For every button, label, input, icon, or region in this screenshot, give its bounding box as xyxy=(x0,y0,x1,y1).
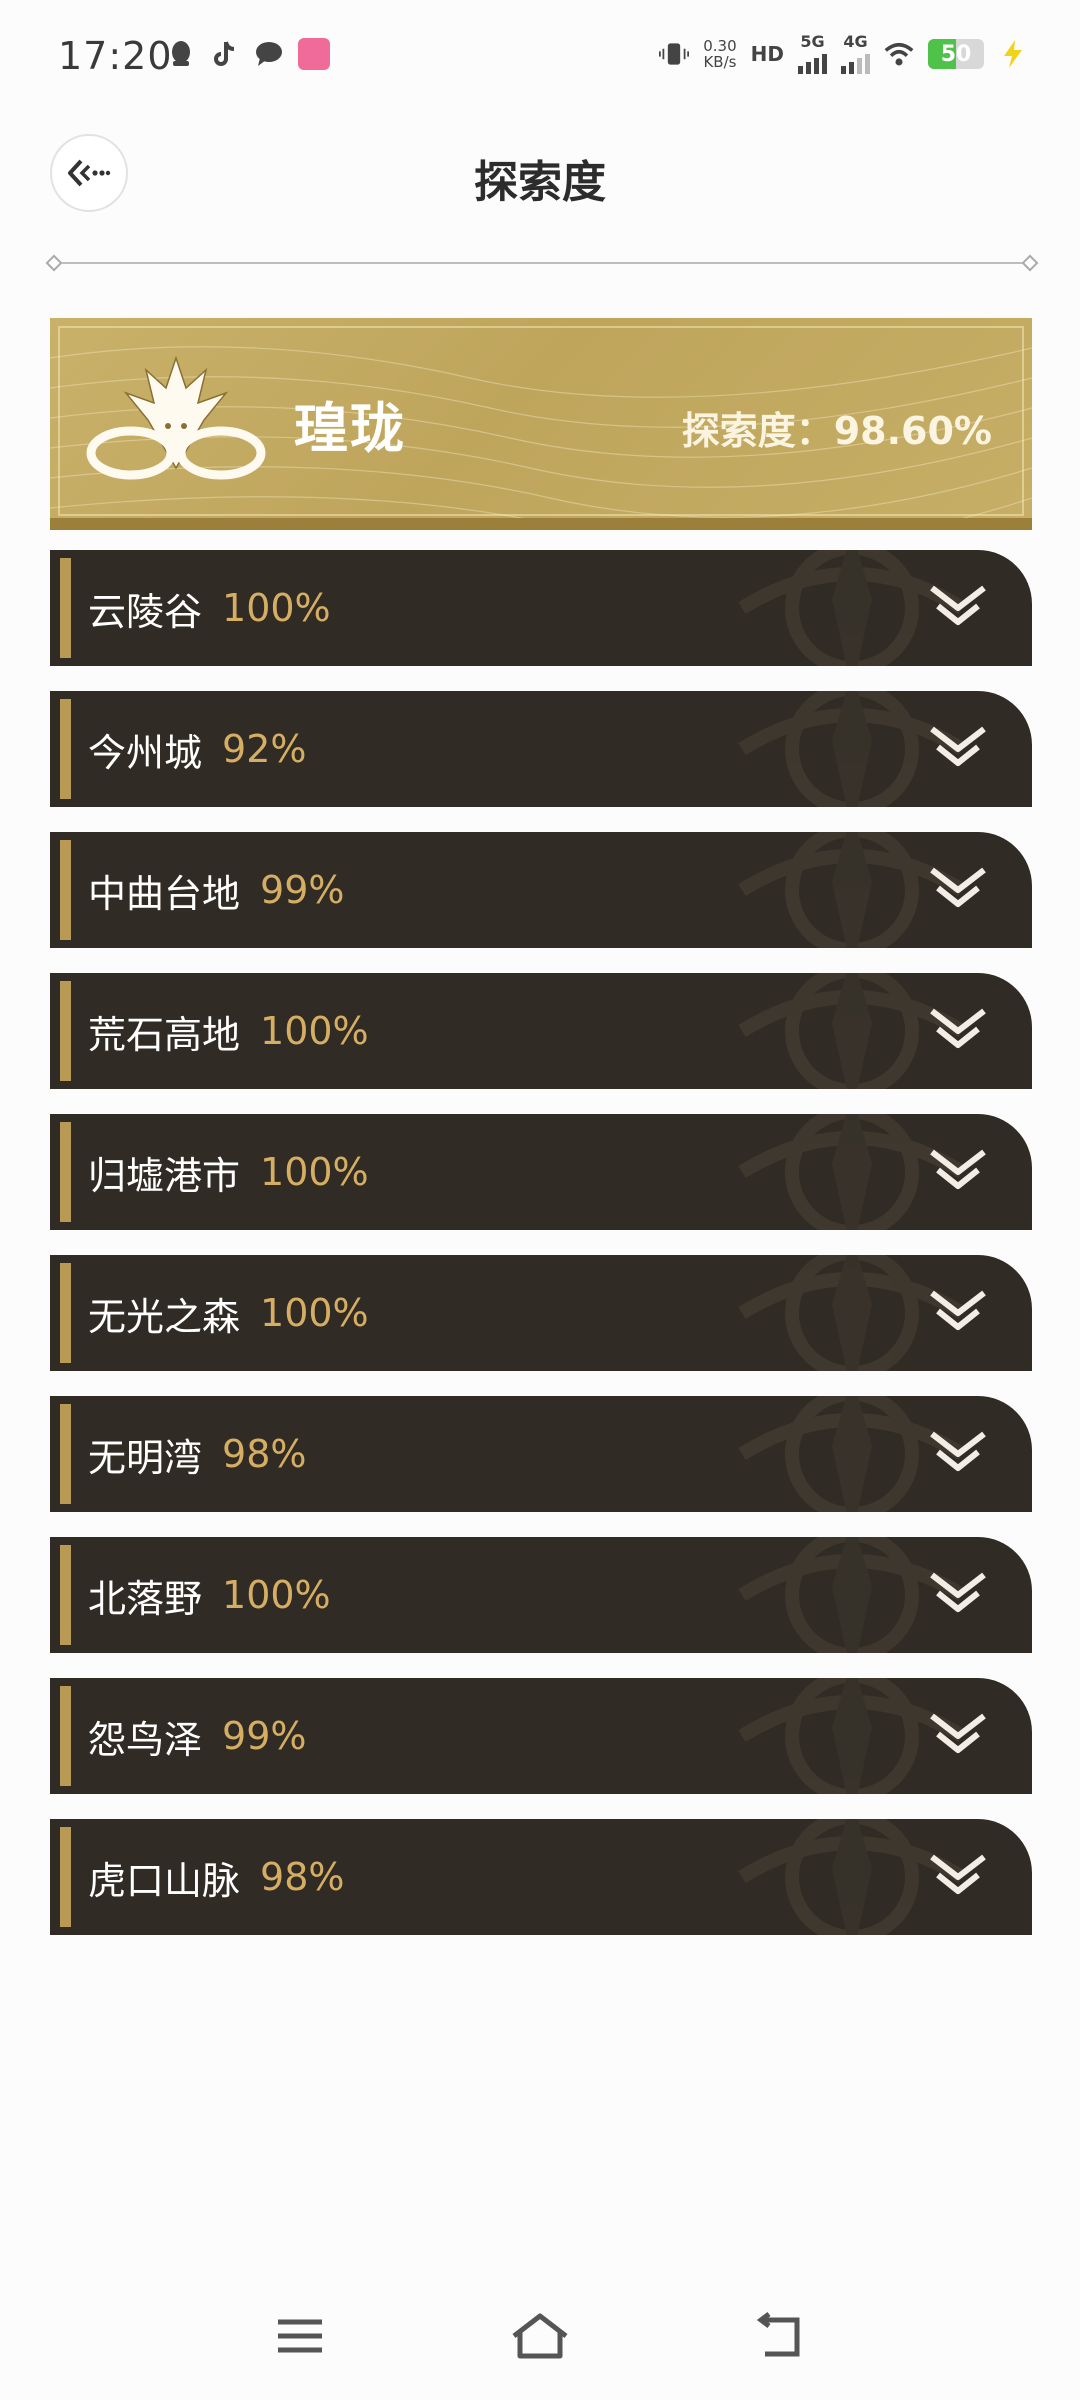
row-accent-bar xyxy=(60,1263,71,1363)
wifi-icon xyxy=(884,39,914,69)
vibrate-icon xyxy=(659,39,690,69)
area-name: 虎口山脉 xyxy=(88,1858,241,1903)
row-accent-bar xyxy=(60,1545,71,1645)
status-bar: 17:20 0.30 KB/s HD 5G 4G 50 xyxy=(0,0,1080,116)
expand-chevron-icon[interactable] xyxy=(928,1007,988,1053)
back-nav-button[interactable] xyxy=(740,2296,820,2376)
row-accent-bar xyxy=(60,1122,71,1222)
area-percent: 100% xyxy=(222,1573,331,1617)
row-accent-bar xyxy=(60,1686,71,1786)
area-name: 今州城 xyxy=(88,730,203,775)
row-accent-bar xyxy=(60,981,71,1081)
expand-chevron-icon[interactable] xyxy=(928,584,988,630)
message-icon xyxy=(254,39,284,69)
expand-chevron-icon[interactable] xyxy=(928,1289,988,1335)
area-name: 怨鸟泽 xyxy=(88,1717,203,1762)
row-accent-bar xyxy=(60,1404,71,1504)
area-percent: 100% xyxy=(222,586,331,630)
region-exploration: 探索度：98.60% xyxy=(681,409,992,453)
area-row[interactable]: 今州城 92% xyxy=(50,691,1032,807)
area-row[interactable]: 虎口山脉 98% xyxy=(50,1819,1032,1935)
region-name: 瑝珑 xyxy=(294,397,406,460)
area-row[interactable]: 云陵谷 100% xyxy=(50,550,1032,666)
net-speed: 0.30 KB/s xyxy=(703,37,737,71)
area-percent: 98% xyxy=(222,1432,307,1476)
area-name: 中曲台地 xyxy=(88,871,241,916)
sim2-signal: 4G xyxy=(841,34,870,74)
area-row[interactable]: 北落野 100% xyxy=(50,1537,1032,1653)
area-name: 北落野 xyxy=(88,1576,203,1621)
area-list: 云陵谷 100% 今州城 92% 中曲台地 99% 荒石高地 100% 归墟港市 100% 无光之森… xyxy=(50,550,1032,1960)
area-name: 荒石高地 xyxy=(88,1012,241,1057)
expand-chevron-icon[interactable] xyxy=(928,1571,988,1617)
expand-chevron-icon[interactable] xyxy=(928,866,988,912)
area-row[interactable]: 归墟港市 100% xyxy=(50,1114,1032,1230)
area-row[interactable]: 荒石高地 100% xyxy=(50,973,1032,1089)
area-row[interactable]: 怨鸟泽 99% xyxy=(50,1678,1032,1794)
expand-chevron-icon[interactable] xyxy=(928,1712,988,1758)
area-percent: 92% xyxy=(222,727,307,771)
area-percent: 100% xyxy=(260,1009,369,1053)
back-nav-icon xyxy=(756,2312,800,2357)
app-icon xyxy=(298,38,330,70)
row-accent-bar xyxy=(60,558,71,658)
home-icon xyxy=(512,2313,568,2359)
row-accent-bar xyxy=(60,840,71,940)
status-time: 17:20 xyxy=(58,34,173,78)
hd-badge: HD xyxy=(750,42,784,66)
area-row[interactable]: 无明湾 98% xyxy=(50,1396,1032,1512)
area-name: 无光之森 xyxy=(88,1294,241,1339)
expand-chevron-icon[interactable] xyxy=(928,1853,988,1899)
menu-button[interactable] xyxy=(260,2296,340,2376)
region-banner: 瑝珑 探索度：98.60% xyxy=(50,318,1032,530)
area-percent: 99% xyxy=(222,1714,307,1758)
dragon-emblem-icon xyxy=(86,355,266,480)
expand-chevron-icon[interactable] xyxy=(928,1430,988,1476)
area-percent: 99% xyxy=(260,868,345,912)
expand-chevron-icon[interactable] xyxy=(928,1148,988,1194)
area-row[interactable]: 无光之森 100% xyxy=(50,1255,1032,1371)
header-divider xyxy=(45,254,1039,272)
area-name: 归墟港市 xyxy=(88,1153,241,1198)
area-percent: 98% xyxy=(260,1855,345,1899)
area-name: 云陵谷 xyxy=(88,589,203,634)
menu-icon xyxy=(278,2319,322,2353)
home-button[interactable] xyxy=(500,2296,580,2376)
qq-icon xyxy=(166,39,196,69)
expand-chevron-icon[interactable] xyxy=(928,725,988,771)
tiktok-icon xyxy=(210,39,240,69)
area-percent: 100% xyxy=(260,1150,369,1194)
charging-icon xyxy=(998,39,1028,69)
row-accent-bar xyxy=(60,1827,71,1927)
area-percent: 100% xyxy=(260,1291,369,1335)
battery-indicator: 50 xyxy=(928,39,984,69)
area-row[interactable]: 中曲台地 99% xyxy=(50,832,1032,948)
row-accent-bar xyxy=(60,699,71,799)
page-title: 探索度 xyxy=(474,157,606,208)
sim1-signal: 5G xyxy=(798,34,827,74)
system-nav-bar xyxy=(0,2280,1080,2400)
area-name: 无明湾 xyxy=(88,1435,203,1480)
